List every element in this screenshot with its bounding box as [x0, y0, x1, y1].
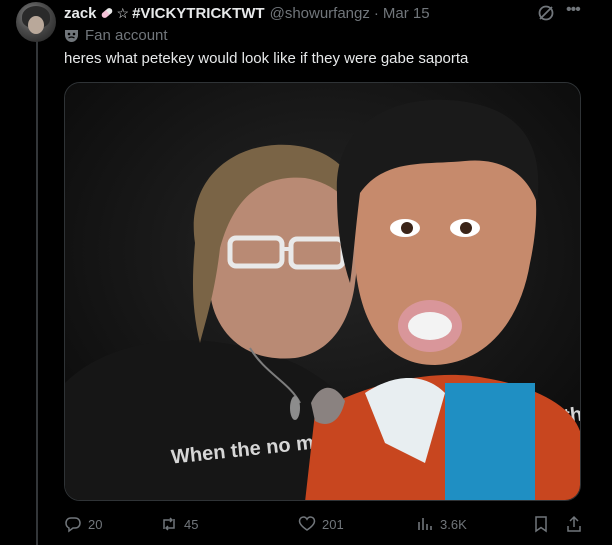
- action-bar: 20 45 201 3.6K: [64, 515, 584, 535]
- share-icon: [567, 515, 581, 532]
- views-icon: [418, 518, 432, 530]
- hashtag-name[interactable]: #VICKYTRICKTWT: [132, 5, 265, 22]
- separator-dot: ·: [373, 4, 379, 22]
- star-icon: ☆: [116, 4, 130, 21]
- like-icon: [298, 516, 316, 531]
- like-count: 201: [322, 516, 344, 532]
- bookmark-icon: [535, 516, 547, 533]
- retweet-count: 45: [184, 516, 199, 532]
- mask-icon: [65, 29, 78, 42]
- like-button[interactable]: 201: [298, 515, 344, 533]
- tweet-header: zack ☆ #VICKYTRICKTWT @showurfangz · Mar…: [64, 3, 430, 23]
- views-count: 3.6K: [440, 516, 467, 532]
- retweet-button[interactable]: 45: [160, 515, 198, 533]
- tweet-text: heres what petekey would look like if th…: [64, 50, 469, 67]
- account-label-text: Fan account: [85, 26, 168, 44]
- tweet-image[interactable]: When the no m oom in the dead will walk …: [64, 82, 581, 501]
- bookmark-button[interactable]: [532, 515, 556, 533]
- thread-connector-line: [36, 40, 38, 545]
- user-handle[interactable]: @showurfangz: [270, 5, 370, 22]
- reply-icon: [65, 517, 81, 533]
- retweet-icon: [163, 517, 175, 531]
- pill-emoji-icon: [101, 8, 112, 18]
- avatar[interactable]: [16, 2, 56, 42]
- display-name[interactable]: zack: [64, 5, 97, 22]
- photo-two-men: When the no m oom in the dead will walk …: [65, 83, 580, 500]
- account-label: Fan account: [64, 26, 168, 44]
- more-icon[interactable]: •••: [566, 2, 582, 23]
- views-button[interactable]: 3.6K: [416, 515, 467, 533]
- grok-icon[interactable]: [537, 4, 555, 22]
- reply-count: 20: [88, 516, 103, 532]
- tweet-date[interactable]: Mar 15: [383, 5, 430, 22]
- share-button[interactable]: [565, 515, 589, 533]
- reply-button[interactable]: 20: [64, 515, 102, 533]
